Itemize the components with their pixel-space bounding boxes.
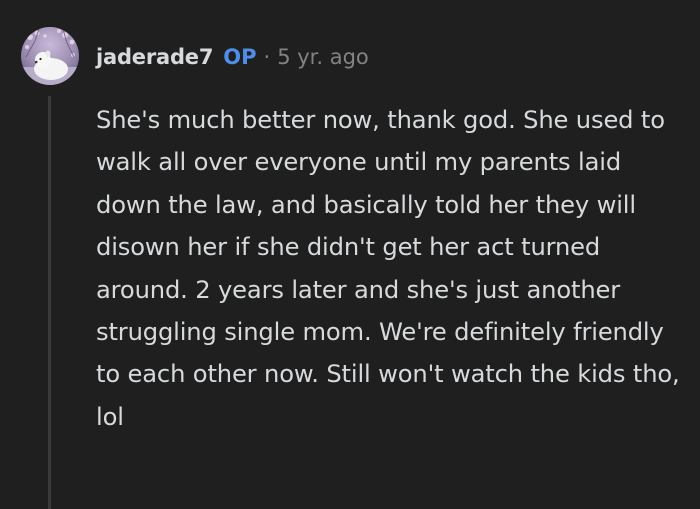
username-link[interactable]: jaderade7 bbox=[96, 45, 213, 69]
comment-body: She's much better now, thank god. She us… bbox=[96, 106, 680, 431]
comment-timestamp[interactable]: 5 yr. ago bbox=[277, 45, 369, 69]
comment: jaderade7 OP · 5 yr. ago She's much bett… bbox=[0, 0, 700, 509]
snoo-avatar-icon bbox=[21, 27, 79, 85]
thread-collapse-line[interactable] bbox=[48, 96, 51, 509]
user-avatar[interactable] bbox=[21, 27, 79, 85]
meta-separator: · bbox=[263, 45, 271, 69]
comment-meta: jaderade7 OP · 5 yr. ago bbox=[96, 40, 369, 74]
op-badge: OP bbox=[223, 45, 257, 69]
